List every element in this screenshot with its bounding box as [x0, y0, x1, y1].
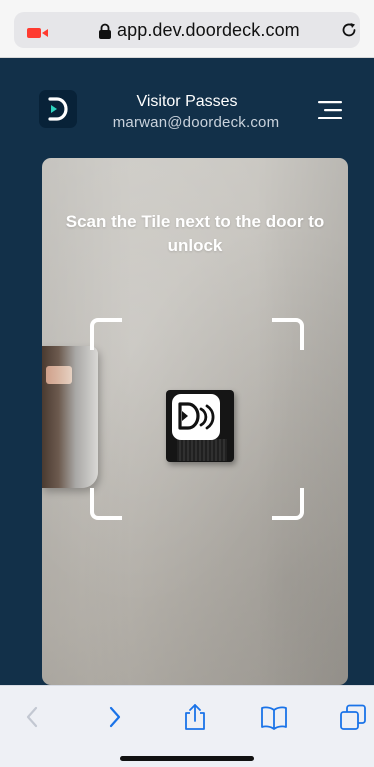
- url-text: app.dev.doordeck.com: [117, 20, 300, 40]
- tabs-icon[interactable]: [338, 702, 368, 732]
- scan-instruction: Scan the Tile next to the door to unlock: [65, 212, 325, 255]
- browser-address-bar: app.dev.doordeck.com: [0, 0, 374, 58]
- door-handle-reflection: [46, 366, 72, 384]
- reload-icon[interactable]: [340, 21, 358, 39]
- menu-icon[interactable]: [318, 101, 342, 119]
- camera-scanner-view[interactable]: Scan the Tile next to the door to unlock: [42, 158, 348, 685]
- scan-frame-corner-top-left: [90, 318, 122, 350]
- scan-frame-corner-bottom-left: [90, 488, 122, 520]
- browser-toolbar: [0, 685, 374, 767]
- share-icon[interactable]: [180, 702, 210, 732]
- chevron-right-icon[interactable]: [100, 702, 130, 732]
- scan-frame-corner-top-right: [272, 318, 304, 350]
- tile-sticker: [177, 439, 227, 461]
- chevron-left-icon[interactable]: [18, 702, 48, 732]
- home-indicator: [120, 756, 254, 761]
- tile-logo-icon: [172, 394, 220, 440]
- scan-frame-corner-bottom-right: [272, 488, 304, 520]
- lock-icon: [99, 23, 111, 39]
- camera-recording-icon[interactable]: [27, 27, 49, 39]
- app-header: Visitor Passes marwan@doordeck.com: [0, 58, 374, 158]
- book-icon[interactable]: [259, 702, 289, 732]
